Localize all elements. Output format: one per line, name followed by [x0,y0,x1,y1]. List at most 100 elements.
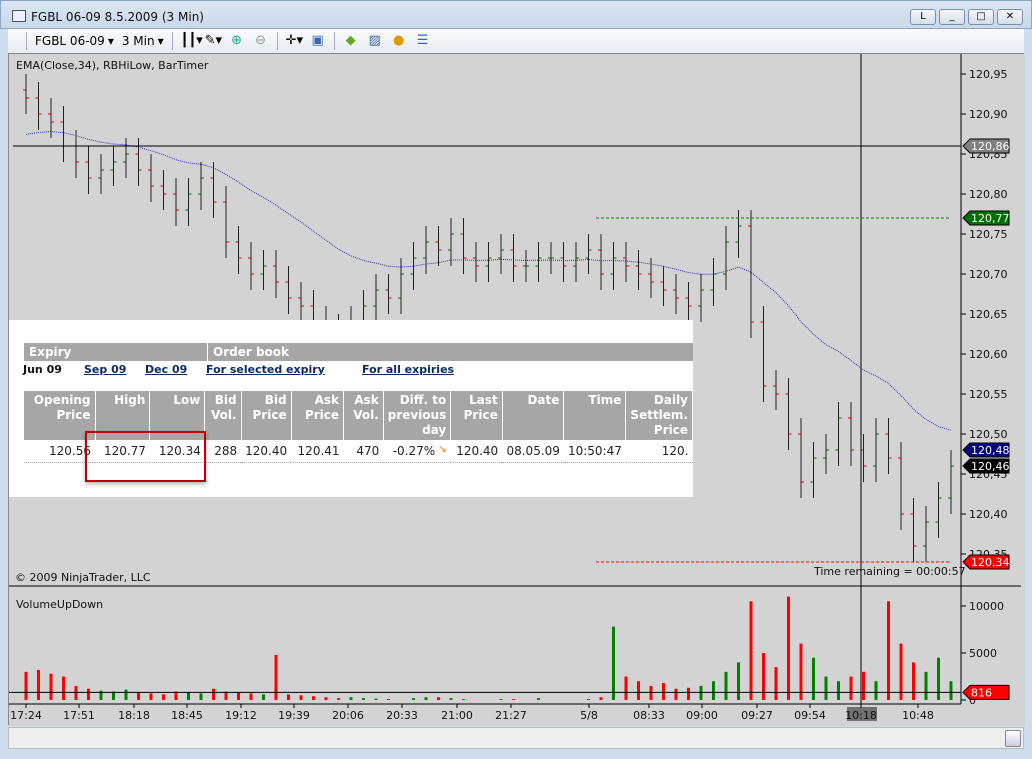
volume-bar [599,697,603,700]
zoom-in-icon[interactable]: ⊕ [229,33,245,49]
volume-bar [737,662,740,700]
volume-bar [862,671,865,700]
volume-bar [512,699,515,700]
cell-value: 120.40 [456,444,499,458]
volume-bar [662,683,665,700]
column-header: Date [502,391,565,440]
volume-bar [649,685,653,700]
window-title: FGBL 06-09 8.5.2009 (3 Min) [31,10,204,24]
cell-value: 08.05.09 [506,444,560,458]
volume-bar [24,671,28,700]
volume-bar [874,681,878,700]
time-tick-label: 10:18 [845,709,877,722]
table-cell: 120.40 [241,440,292,463]
all-expiries-link[interactable]: For all expiries [362,363,454,376]
column-header: Ask Price [291,391,345,440]
properties-icon[interactable]: ☰ [415,33,431,49]
time-tick-label: 20:33 [386,709,418,722]
cell-value: 10:50:47 [567,444,622,458]
horizontal-scrollbar[interactable] [8,727,1024,749]
price-tick-label: 120,40 [969,508,1008,521]
column-header: Bid Price [241,391,292,440]
volume-bar [449,698,453,700]
strategy-icon[interactable]: ◆ [343,33,359,49]
expiry-header: Expiry [29,345,72,359]
price-tick-label: 120,70 [969,268,1008,281]
price-tick-label: 120,50 [969,428,1008,441]
cell-value: 120.41 [297,444,340,458]
volume-bar [187,692,190,700]
expiry-sep09-link[interactable]: Sep 09 [84,363,126,376]
volume-bar [899,643,903,700]
time-tick-label: 18:18 [118,709,150,722]
volume-bar [162,694,165,700]
bar-style-icon[interactable]: ┃┃▾ [181,33,203,49]
zoom-out-icon[interactable]: ⊖ [253,33,269,49]
time-tick-label: 08:33 [633,709,665,722]
toolbar: FGBL 06-09 ▾ 3 Min ▾ ┃┃▾ ✎▾ ⊕ ⊖ ✛▾ ▣ ◆ ▨ ●… [8,29,1024,53]
scroll-thumb[interactable] [1005,730,1021,747]
title-bar: FGBL 06-09 8.5.2009 (3 Min) L _ □ ✕ [0,0,1032,29]
time-tick-label: 17:51 [63,709,95,722]
volume-indicator-label: VolumeUpDown [16,598,104,611]
interval-dropdown[interactable]: 3 Min ▾ [122,34,164,48]
volume-bar [124,689,128,700]
column-header: Daily Settlem. Price [625,391,693,440]
volume-bar [887,601,890,700]
time-tick-label: 5/8 [580,709,598,722]
cell-value: 288 [214,444,238,458]
chevron-down-icon: ▾ [157,34,164,48]
volume-bar [912,662,915,700]
volume-bar [712,681,715,700]
interval-label: 3 Min [121,34,155,48]
volume-bar [249,693,253,700]
instrument-label: FGBL 06-09 [35,34,105,48]
toolbar-separator [276,32,278,50]
volume-bar [762,653,765,700]
selected-expiry-link[interactable]: For selected expiry [206,363,325,376]
volume-bar [612,626,615,700]
toolbar-separator [26,32,27,50]
copyright-label: © 2009 NinjaTrader, LLC [15,571,151,584]
volume-bar [312,696,315,700]
column-header: Last Price [450,391,503,440]
expiry-dec09-link[interactable]: Dec 09 [145,363,187,376]
price-tick-label: 120,80 [969,188,1008,201]
expiry-jun09[interactable]: Jun 09 [23,363,62,376]
price-marker-label: 120,34 [971,556,1010,569]
volume-bar [362,698,365,700]
table-cell: -0.27% ↘ [383,440,451,463]
minimize-button[interactable]: _ [939,9,965,25]
price-tick-label: 120,90 [969,108,1008,121]
volume-bar [137,692,140,700]
chart-app-icon [12,10,26,22]
indicator-icon[interactable]: ▨ [367,33,383,49]
column-header: Bid Vol. [204,391,242,440]
instrument-dropdown[interactable]: FGBL 06-09 ▾ [35,34,114,48]
crosshair-icon[interactable]: ✛▾ [286,33,303,49]
time-tick-label: 09:54 [794,709,826,722]
volume-bar [699,685,703,700]
close-button[interactable]: ✕ [997,9,1023,25]
volume-bar [74,685,78,700]
pencil-draw-icon[interactable]: ✎▾ [205,33,222,49]
volume-bar [724,671,728,700]
volume-bar [337,698,340,700]
volume-tick-label: 5000 [969,647,997,660]
maximize-button[interactable]: □ [968,9,994,25]
volume-bar [349,697,353,700]
time-tick-label: 10:48 [902,709,934,722]
order-dollar-icon[interactable]: ● [391,33,407,49]
panel-header: Expiry Order book [24,343,693,361]
data-box-icon[interactable]: ▣ [310,33,326,49]
volume-bar [849,676,853,700]
volume-bar [87,688,90,700]
volume-bar [374,698,378,700]
price-tick-label: 120,75 [969,228,1008,241]
cell-value: -0.27% [392,444,436,458]
volume-bar [749,601,753,700]
volume-bar [674,688,678,700]
link-button[interactable]: L [910,9,936,25]
column-header: Ask Vol. [343,391,384,440]
volume-bar [424,697,428,700]
